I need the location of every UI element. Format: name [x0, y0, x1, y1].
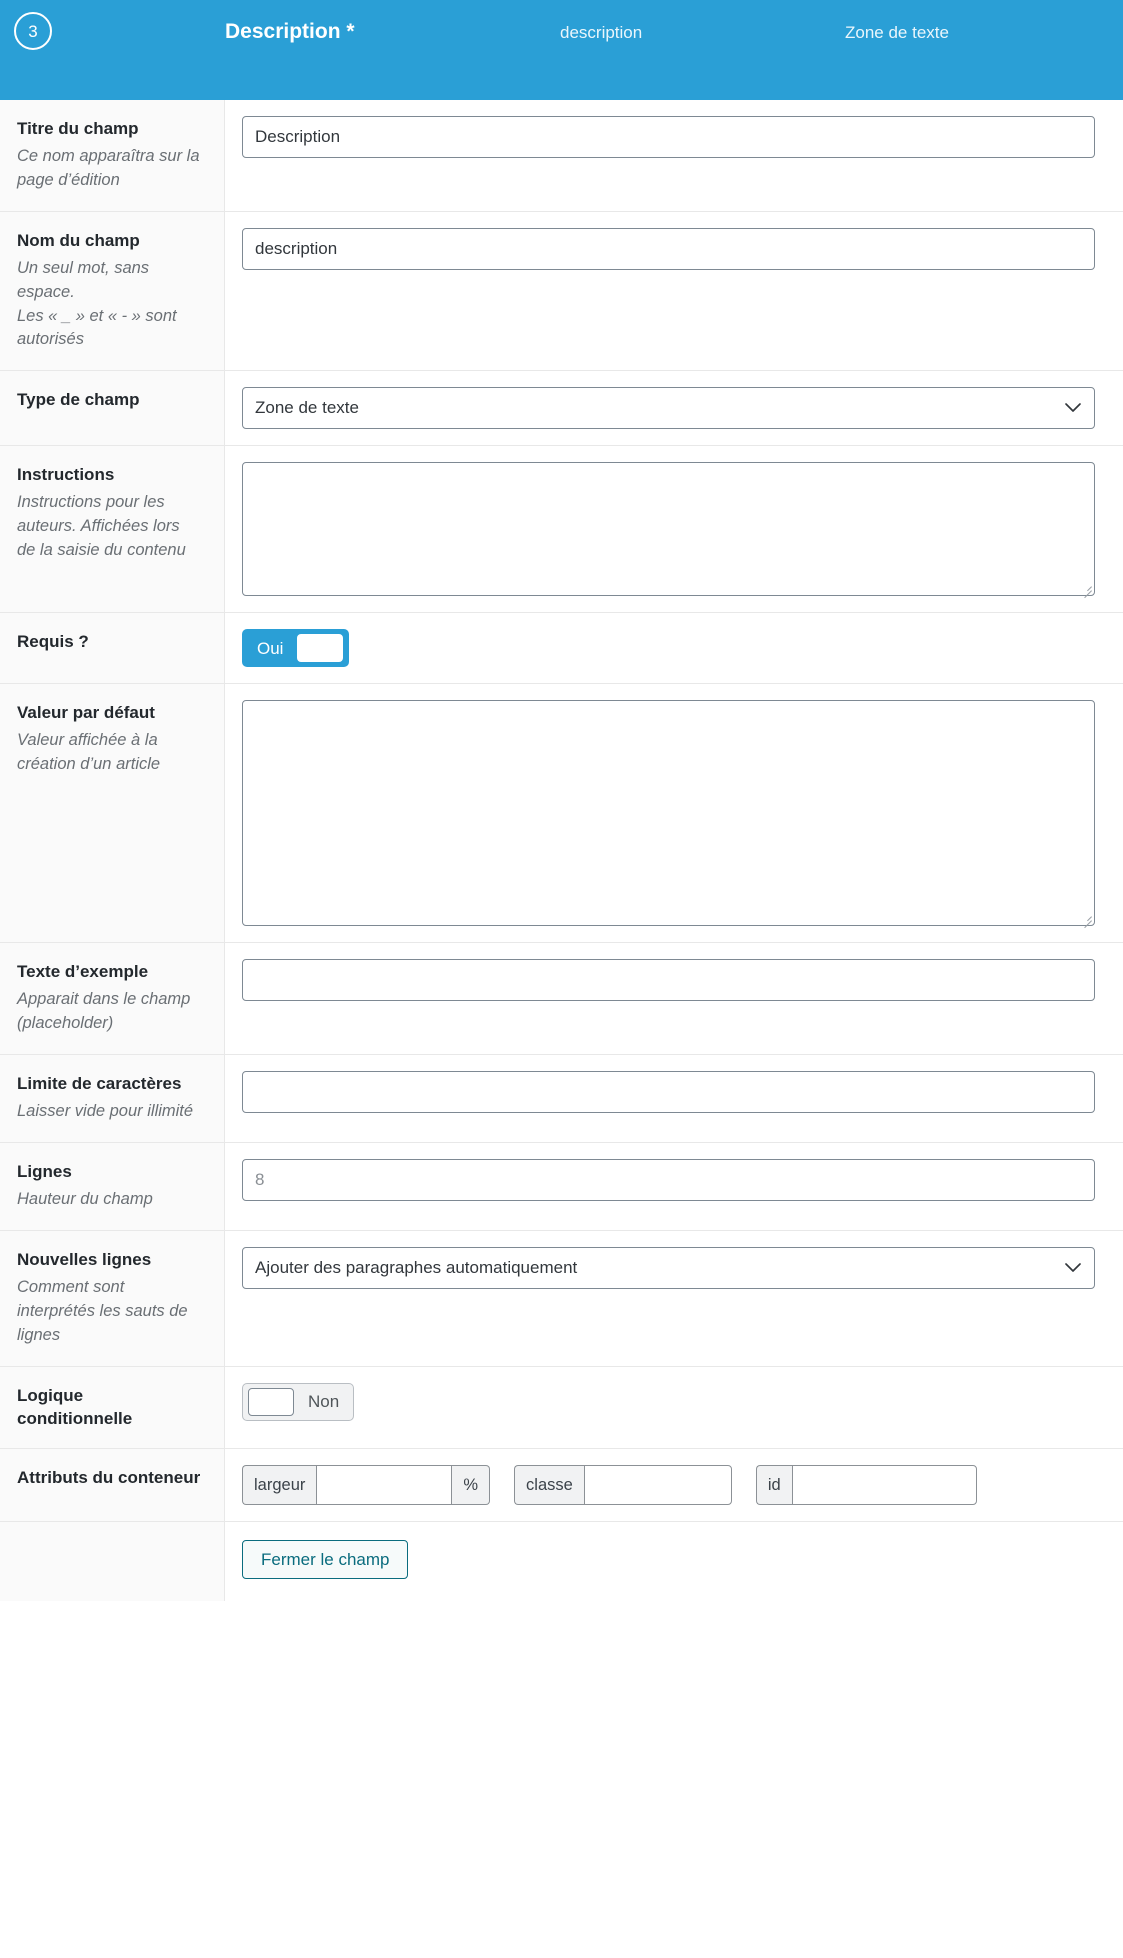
new-lines-select[interactable]: Ajouter des paragraphes automatiquement: [242, 1246, 1095, 1289]
label-maxlength: Limite de caractères: [17, 1074, 182, 1094]
label-cell-field-type: Type de champ: [0, 371, 225, 446]
label-wrapper-attributes: Attributs du conteneur: [17, 1468, 201, 1488]
label-cell-new-lines: Nouvelles lignes Comment sont interprété…: [0, 1230, 225, 1366]
label-instructions: Instructions: [17, 465, 115, 485]
wrapper-width-input[interactable]: [316, 1465, 453, 1506]
wrapper-class-addon: classe: [514, 1465, 584, 1506]
required-toggle[interactable]: Oui: [242, 629, 350, 668]
label-cell-conditional-logic: Logique conditionnelle: [0, 1366, 225, 1449]
row-conditional-logic: Logique conditionnelle Non: [0, 1366, 1123, 1450]
row-field-type: Type de champ Zone de texte: [0, 371, 1123, 447]
placeholder-input[interactable]: [242, 959, 1095, 1002]
row-instructions: Instructions Instructions pour les auteu…: [0, 446, 1123, 614]
conditional-logic-toggle-knob: [248, 1387, 294, 1416]
label-field-name: Nom du champ: [17, 230, 140, 250]
instructions-textarea-wrap: [242, 462, 1095, 599]
field-name-input[interactable]: [242, 227, 1095, 270]
row-field-footer: Fermer le champ: [0, 1522, 1123, 1602]
label-cell-wrapper-attributes: Attributs du conteneur: [0, 1449, 225, 1522]
row-rows: Lignes Hauteur du champ: [0, 1143, 1123, 1231]
row-field-name: Nom du champ Un seul mot, sans espace. L…: [0, 211, 1123, 372]
label-placeholder: Texte d’exemple: [17, 962, 149, 982]
wrapper-width-unit: %: [452, 1465, 491, 1506]
field-order-number: 3: [14, 12, 52, 50]
field-type-select[interactable]: Zone de texte: [242, 387, 1095, 430]
close-field-button[interactable]: Fermer le champ: [242, 1540, 409, 1580]
default-value-textarea-wrap: [242, 700, 1095, 929]
label-required: Requis ?: [17, 632, 89, 652]
instructions-textarea[interactable]: [242, 462, 1095, 597]
field-header[interactable]: 3 Description * description Zone de text…: [0, 0, 1123, 100]
control-cell-maxlength: [225, 1055, 1123, 1143]
hint-field-title: Ce nom apparaîtra sur la page d’édition: [17, 146, 200, 189]
control-cell-field-title: [225, 100, 1123, 211]
hint-new-lines: Comment sont interprétés les sauts de li…: [17, 1277, 188, 1344]
label-cell-maxlength: Limite de caractères Laisser vide pour i…: [0, 1055, 225, 1143]
control-cell-field-type: Zone de texte: [225, 371, 1123, 446]
hint-placeholder: Apparait dans le champ (placeholder): [17, 990, 191, 1033]
label-cell-instructions: Instructions Instructions pour les auteu…: [0, 446, 225, 613]
rows-input[interactable]: [242, 1159, 1095, 1202]
label-cell-rows: Lignes Hauteur du champ: [0, 1143, 225, 1230]
label-cell-field-footer: [0, 1522, 225, 1602]
row-field-title: Titre du champ Ce nom apparaîtra sur la …: [0, 100, 1123, 212]
wrapper-id-group: id: [755, 1465, 977, 1506]
control-cell-default-value: [225, 684, 1123, 943]
hint-default-value: Valeur affichée à la création d’un artic…: [17, 731, 161, 774]
control-cell-rows: [225, 1143, 1123, 1230]
control-cell-required: Oui: [225, 613, 1123, 684]
hint-rows: Hauteur du champ: [17, 1189, 153, 1208]
field-header-type: Zone de texte: [845, 23, 949, 42]
hint-maxlength: Laisser vide pour illimité: [17, 1102, 194, 1121]
row-default-value: Valeur par défaut Valeur affichée à la c…: [0, 684, 1123, 944]
maxlength-input[interactable]: [242, 1071, 1095, 1114]
label-cell-required: Requis ?: [0, 613, 225, 684]
conditional-logic-toggle-label: Non: [308, 1392, 340, 1412]
control-cell-conditional-logic: Non: [225, 1366, 1123, 1449]
hint-instructions: Instructions pour les auteurs. Affichées…: [17, 493, 186, 560]
field-title-input[interactable]: [242, 116, 1095, 158]
wrapper-width-group: largeur %: [242, 1465, 491, 1506]
control-cell-field-name: [225, 211, 1123, 371]
field-type-select-wrap: Zone de texte: [242, 387, 1095, 430]
row-placeholder: Texte d’exemple Apparait dans le champ (…: [0, 943, 1123, 1056]
row-wrapper-attributes: Attributs du conteneur largeur % classe …: [0, 1449, 1123, 1523]
required-toggle-knob: [297, 634, 344, 663]
label-default-value: Valeur par défaut: [17, 703, 155, 723]
control-cell-field-footer: Fermer le champ: [225, 1522, 1123, 1602]
hint-field-name: Un seul mot, sans espace. Les « _ » et «…: [17, 258, 177, 349]
row-new-lines: Nouvelles lignes Comment sont interprété…: [0, 1230, 1123, 1367]
wrapper-attributes-group: largeur % classe id: [242, 1465, 1095, 1506]
label-cell-default-value: Valeur par défaut Valeur affichée à la c…: [0, 684, 225, 943]
field-order-badge: 3: [0, 12, 225, 50]
control-cell-instructions: [225, 446, 1123, 613]
required-toggle-label: Oui: [257, 638, 284, 658]
default-value-textarea[interactable]: [242, 700, 1095, 927]
wrapper-class-group: classe: [514, 1465, 732, 1506]
wrapper-id-input[interactable]: [791, 1465, 977, 1506]
field-header-title: Description *: [225, 20, 355, 43]
control-cell-new-lines: Ajouter des paragraphes automatiquement: [225, 1230, 1123, 1366]
control-cell-wrapper-attributes: largeur % classe id: [225, 1449, 1123, 1522]
control-cell-placeholder: [225, 943, 1123, 1055]
row-required: Requis ? Oui: [0, 613, 1123, 685]
label-cell-field-title: Titre du champ Ce nom apparaîtra sur la …: [0, 100, 225, 211]
field-header-name: description: [560, 23, 643, 42]
wrapper-width-addon: largeur: [242, 1465, 317, 1506]
label-field-title: Titre du champ: [17, 119, 139, 138]
label-cell-field-name: Nom du champ Un seul mot, sans espace. L…: [0, 211, 225, 371]
label-conditional-logic: Logique conditionnelle: [17, 1385, 133, 1428]
conditional-logic-toggle[interactable]: Non: [242, 1382, 355, 1421]
row-maxlength: Limite de caractères Laisser vide pour i…: [0, 1055, 1123, 1144]
label-field-type: Type de champ: [17, 390, 140, 410]
new-lines-select-wrap: Ajouter des paragraphes automatiquement: [242, 1246, 1095, 1289]
wrapper-class-input[interactable]: [583, 1465, 732, 1506]
label-cell-placeholder: Texte d’exemple Apparait dans le champ (…: [0, 943, 225, 1055]
field-settings-panel: 3 Description * description Zone de text…: [0, 0, 1123, 1602]
label-new-lines: Nouvelles lignes: [17, 1249, 152, 1269]
wrapper-id-addon: id: [755, 1465, 792, 1506]
label-rows: Lignes: [17, 1162, 72, 1182]
